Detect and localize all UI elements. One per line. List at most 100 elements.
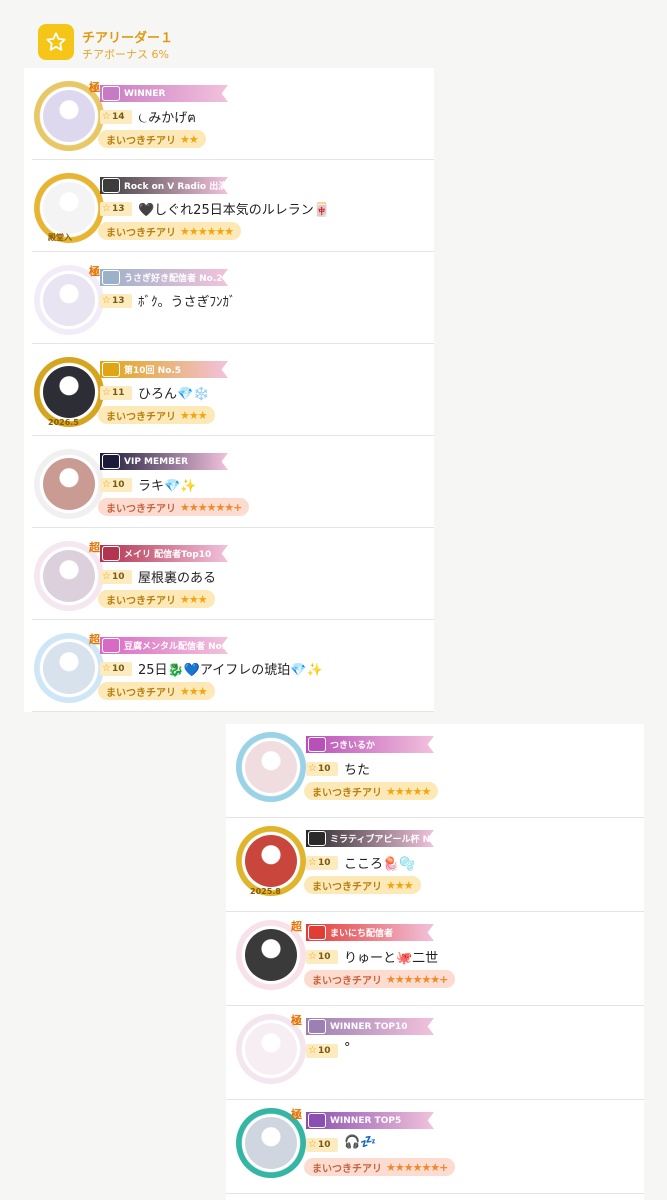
list-item[interactable]: 超メイリ 配信者Top10 ☆ 10 屋根裏のある まいつきチアリ ★★★	[24, 528, 434, 620]
level-tag: ☆ 10	[306, 950, 338, 964]
banner-text: 第10回 No.5	[124, 366, 182, 376]
level-value: 10	[111, 572, 125, 582]
level-star-icon: ☆	[102, 387, 111, 398]
avatar	[245, 835, 297, 887]
level-value: 11	[111, 388, 125, 398]
list-item[interactable]: 殿堂入 Rock on V Radio 出演者 No.1 ☆13 🖤しぐれ25日本気の…	[24, 160, 434, 252]
avatar	[43, 90, 95, 142]
user-name[interactable]: 🎧💤	[344, 1135, 376, 1150]
title-banner: WINNER	[100, 85, 228, 102]
frame-badge: 超	[89, 541, 100, 554]
pill-label: まいつきチアリ	[106, 687, 176, 699]
pill-stars: ★★★★★★+	[180, 500, 242, 514]
avatar-frame[interactable]	[34, 449, 104, 519]
monthly-cheer-badge: まいつきチアリ ★★★	[98, 406, 215, 424]
frame-badge: 極	[291, 1108, 302, 1121]
banner-text: まいにち配信者	[330, 929, 394, 939]
avatar-frame[interactable]: 極	[236, 1014, 306, 1084]
level-star-icon: ☆	[102, 479, 111, 490]
cheer-list-right: つきいるか ☆ 10 ちた まいつきチアリ ★★★★★ 2025.8 ミラティブアピール杯 N…	[226, 724, 644, 1200]
level-value: 10	[317, 764, 331, 774]
user-name[interactable]: 25日🐉💙アイフレの琥珀💎✨	[138, 659, 323, 678]
frame-badge: 2025.8	[250, 887, 281, 896]
list-item[interactable]: つきいるか ☆ 10 ちた まいつきチアリ ★★★★★	[226, 724, 644, 818]
list-item[interactable]: 極 WINNER TOP10 ☆ 10 °	[226, 1006, 644, 1100]
pill-stars: ★★★	[180, 592, 208, 606]
user-name[interactable]: ⏾みかげฅ	[138, 107, 196, 128]
avatar-frame[interactable]: 極	[34, 81, 104, 151]
avatar-frame[interactable]: 極	[236, 1108, 306, 1178]
frame-badge: 2026.5	[48, 418, 79, 427]
pill-stars: ★★★★★★	[180, 224, 234, 238]
level-value: 10	[317, 1140, 331, 1150]
level-value: 10	[111, 664, 125, 674]
list-item[interactable]: 極 WINNER ☆ 14 ⏾みかげฅ まいつきチアリ ★★	[24, 68, 434, 160]
banner-text: 豆腐メンタル配信者 No.1	[124, 642, 228, 652]
avatar-frame[interactable]: 2025.8	[236, 826, 306, 896]
banner-icon	[102, 270, 120, 285]
user-name[interactable]: ラキ💎✨	[138, 475, 196, 494]
row-divider	[32, 711, 434, 712]
title-banner: ミラティブアピール杯 No.1	[306, 830, 434, 847]
level-value: 13	[111, 296, 125, 306]
user-name[interactable]: こころ🪼🫧	[344, 853, 415, 872]
banner-icon	[308, 737, 326, 752]
user-name[interactable]: 🖤しぐれ25日本気のルレラン🀄	[138, 199, 330, 218]
list-item[interactable]: 極 WINNER TOP5 ☆ 10 🎧💤 まいつきチアリ ★★★★★★+	[226, 1100, 644, 1194]
pill-label: まいつきチアリ	[106, 135, 176, 147]
list-item[interactable]: 極うさぎ好き配信者 No.2 ☆ 13 ﾎﾞｸ。うさぎﾌﾝｶﾞ	[24, 252, 434, 344]
banner-text: つきいるか	[330, 741, 376, 751]
banner-text: メイリ 配信者Top10	[124, 550, 212, 560]
level-star-icon: ☆	[308, 1139, 317, 1150]
monthly-cheer-badge: まいつきチアリ ★★★	[304, 876, 421, 894]
avatar	[245, 929, 297, 981]
frame-badge: 極	[89, 81, 100, 94]
avatar-frame[interactable]: 超	[236, 920, 306, 990]
list-item[interactable]: 超まいにち配信者 ☆ 10 りゅーと🐙二世 まいつきチアリ ★★★★★★+	[226, 912, 644, 1006]
level-star-icon: ☆	[308, 763, 317, 774]
list-item[interactable]: 2025.8 ミラティブアピール杯 No.1 ☆10 こころ🪼🫧 まいつきチアリ ★★★	[226, 818, 644, 912]
title-banner: VIP MEMBER	[100, 453, 228, 470]
level-star-icon: ☆	[308, 1045, 317, 1056]
monthly-cheer-badge: まいつきチアリ ★★	[98, 130, 206, 148]
avatar-frame[interactable]: 超	[34, 541, 104, 611]
pill-label: まいつきチアリ	[106, 227, 176, 239]
row-divider	[226, 1193, 644, 1194]
user-name[interactable]: りゅーと🐙二世	[344, 947, 438, 966]
monthly-cheer-badge: まいつきチアリ ★★★★★★+	[98, 498, 250, 516]
banner-icon	[102, 454, 120, 469]
banner-text: WINNER TOP10	[330, 1021, 408, 1032]
pill-label: まいつきチアリ	[106, 595, 176, 607]
avatar	[43, 182, 95, 234]
avatar	[43, 366, 95, 418]
pill-stars: ★★	[180, 132, 199, 146]
list-item[interactable]: 2026.5 第10回 No.5 ☆ 11 ひろん💎❄️ まいつきチアリ ★★★	[24, 344, 434, 436]
cheerleader-screen: チアリーダー１ チアボーナス 6% 極 WINNER ☆ 14 ⏾みかげฅ まいつきチアリ…	[0, 0, 667, 1200]
list-item[interactable]: 超豆腐メンタル配信者 No.1 ☆ 10 25日🐉💙アイフレの琥珀💎✨ まいつきチアリ ★…	[24, 620, 434, 712]
title-banner: まいにち配信者	[306, 924, 434, 941]
monthly-cheer-badge: まいつきチアリ ★★★	[98, 682, 215, 700]
banner-icon	[102, 86, 120, 101]
level-tag: ☆ 10	[306, 856, 338, 870]
user-name[interactable]: ﾎﾞｸ。うさぎﾌﾝｶﾞ	[138, 291, 236, 310]
user-name[interactable]: 屋根裏のある	[138, 567, 216, 586]
pill-label: まいつきチアリ	[106, 503, 176, 515]
level-tag: ☆ 11	[100, 386, 132, 400]
user-name[interactable]: ひろん💎❄️	[138, 383, 209, 402]
avatar-frame[interactable]	[236, 732, 306, 802]
pill-stars: ★★★★★★+	[386, 1160, 448, 1174]
pill-label: まいつきチアリ	[312, 881, 382, 893]
avatar-frame[interactable]: 2026.5	[34, 357, 104, 427]
avatar-frame[interactable]: 殿堂入	[34, 173, 104, 243]
banner-text: WINNER TOP5	[330, 1115, 402, 1126]
user-name[interactable]: ちた	[344, 759, 370, 778]
avatar	[43, 274, 95, 326]
banner-icon	[308, 925, 326, 940]
level-tag: ☆ 13	[100, 202, 132, 216]
avatar	[43, 642, 95, 694]
avatar-frame[interactable]: 超	[34, 633, 104, 703]
user-name[interactable]: °	[344, 1041, 351, 1056]
list-item[interactable]: VIP MEMBER ☆ 10 ラキ💎✨ まいつきチアリ ★★★★★★+	[24, 436, 434, 528]
avatar-frame[interactable]: 極	[34, 265, 104, 335]
banner-icon	[102, 362, 120, 377]
